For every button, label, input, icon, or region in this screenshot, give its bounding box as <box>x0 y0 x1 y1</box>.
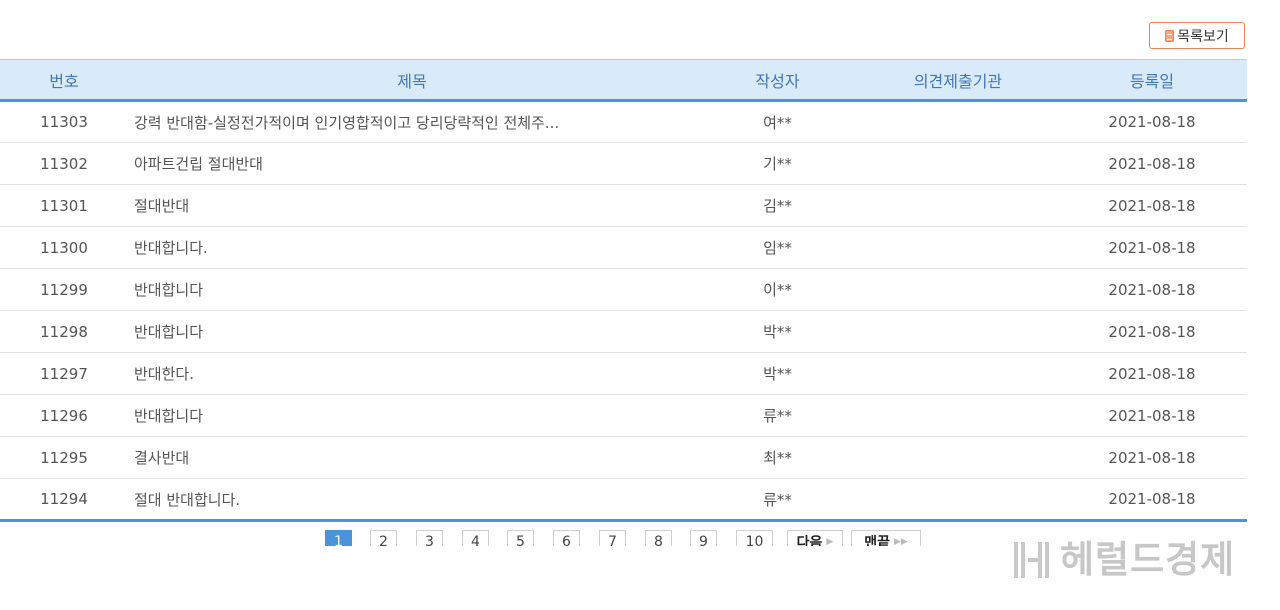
row-org <box>859 478 1057 522</box>
row-number: 11297 <box>0 352 128 395</box>
page-4-button[interactable]: 4 <box>462 530 489 546</box>
row-title-link[interactable]: 아파트건립 절대반대 <box>128 142 696 185</box>
row-number: 11302 <box>0 142 128 185</box>
header-date: 등록일 <box>1057 59 1247 102</box>
table-row[interactable]: 11295 결사반대 최** 2021-08-18 <box>0 436 1247 479</box>
row-writer: 김** <box>696 184 859 227</box>
publisher-logo-icon <box>1014 541 1052 578</box>
row-writer: 박** <box>696 310 859 353</box>
row-title-link[interactable]: 절대반대 <box>128 184 696 227</box>
row-writer: 이** <box>696 268 859 311</box>
table-row[interactable]: 11303 강력 반대함-실정전가적이며 인기영합적이고 당리당략적인 전체주..… <box>0 100 1247 143</box>
row-title-link[interactable]: 반대합니다 <box>128 268 696 311</box>
row-org <box>859 352 1057 395</box>
page-9-button[interactable]: 9 <box>690 530 717 546</box>
row-number: 11294 <box>0 478 128 522</box>
row-writer: 박** <box>696 352 859 395</box>
table-row[interactable]: 11302 아파트건립 절대반대 기** 2021-08-18 <box>0 142 1247 185</box>
table-header-row: 번호 제목 작성자 의견제출기관 등록일 <box>0 59 1247 102</box>
arrow-right-icon: ▶ <box>826 537 834 546</box>
row-org <box>859 436 1057 479</box>
row-writer: 여** <box>696 100 859 143</box>
row-writer: 류** <box>696 394 859 437</box>
publisher-watermark: 헤럴드경제 <box>1014 541 1235 578</box>
row-date: 2021-08-18 <box>1057 478 1247 522</box>
row-title-link[interactable]: 반대합니다 <box>128 310 696 353</box>
page-6-button[interactable]: 6 <box>553 530 580 546</box>
row-title-link[interactable]: 절대 반대합니다. <box>128 478 696 522</box>
row-writer: 기** <box>696 142 859 185</box>
row-date: 2021-08-18 <box>1057 436 1247 479</box>
row-org <box>859 394 1057 437</box>
row-org <box>859 268 1057 311</box>
page-3-button[interactable]: 3 <box>416 530 443 546</box>
row-date: 2021-08-18 <box>1057 352 1247 395</box>
row-writer: 류** <box>696 478 859 522</box>
last-page-button-label: 맨끝 <box>864 535 890 546</box>
header-org: 의견제출기관 <box>859 59 1057 102</box>
row-number: 11296 <box>0 394 128 437</box>
page-8-button[interactable]: 8 <box>645 530 672 546</box>
table-row[interactable]: 11299 반대합니다 이** 2021-08-18 <box>0 268 1247 311</box>
row-org <box>859 184 1057 227</box>
page-1-button[interactable]: 1 <box>325 530 352 546</box>
row-date: 2021-08-18 <box>1057 142 1247 185</box>
row-number: 11299 <box>0 268 128 311</box>
row-writer: 최** <box>696 436 859 479</box>
header-writer: 작성자 <box>696 59 859 102</box>
list-view-button[interactable]: 목록보기 <box>1149 22 1245 49</box>
row-writer: 임** <box>696 226 859 269</box>
watermark-text: 헤럴드경제 <box>1060 538 1236 581</box>
row-title-link[interactable]: 결사반대 <box>128 436 696 479</box>
next-page-button[interactable]: 다음 ▶ <box>787 530 843 546</box>
row-date: 2021-08-18 <box>1057 226 1247 269</box>
page-10-button[interactable]: 10 <box>736 530 773 546</box>
page-5-button[interactable]: 5 <box>507 530 534 546</box>
row-title-link[interactable]: 강력 반대함-실정전가적이며 인기영합적이고 당리당략적인 전체주... <box>128 100 696 143</box>
table-body: 11303 강력 반대함-실정전가적이며 인기영합적이고 당리당략적인 전체주..… <box>0 100 1247 522</box>
row-date: 2021-08-18 <box>1057 394 1247 437</box>
table-row[interactable]: 11298 반대합니다 박** 2021-08-18 <box>0 310 1247 353</box>
list-view-label: 목록보기 <box>1177 28 1229 45</box>
table-row[interactable]: 11294 절대 반대합니다. 류** 2021-08-18 <box>0 478 1247 522</box>
row-title-link[interactable]: 반대합니다. <box>128 226 696 269</box>
row-number: 11303 <box>0 100 128 143</box>
row-number: 11301 <box>0 184 128 227</box>
table-row[interactable]: 11297 반대한다. 박** 2021-08-18 <box>0 352 1247 395</box>
page-2-button[interactable]: 2 <box>370 530 397 546</box>
next-page-button-label: 다음 <box>796 535 823 546</box>
row-org <box>859 226 1057 269</box>
last-page-button[interactable]: 맨끝 ▶▶ <box>851 530 921 546</box>
row-date: 2021-08-18 <box>1057 100 1247 143</box>
row-date: 2021-08-18 <box>1057 310 1247 353</box>
row-org <box>859 142 1057 185</box>
page-7-button[interactable]: 7 <box>599 530 626 546</box>
table-row[interactable]: 11301 절대반대 김** 2021-08-18 <box>0 184 1247 227</box>
table-row[interactable]: 11300 반대합니다. 임** 2021-08-18 <box>0 226 1247 269</box>
header-title: 제목 <box>128 59 696 102</box>
row-org <box>859 100 1057 143</box>
row-date: 2021-08-18 <box>1057 268 1247 311</box>
document-icon <box>1165 29 1175 42</box>
double-arrow-right-icon: ▶▶ <box>893 537 908 546</box>
row-date: 2021-08-18 <box>1057 184 1247 227</box>
row-number: 11300 <box>0 226 128 269</box>
row-number: 11298 <box>0 310 128 353</box>
header-number: 번호 <box>0 59 128 102</box>
row-title-link[interactable]: 반대합니다 <box>128 394 696 437</box>
row-number: 11295 <box>0 436 128 479</box>
opinion-board-table: 번호 제목 작성자 의견제출기관 등록일 11303 강력 반대함-실정전가적이며… <box>0 59 1247 522</box>
table-row[interactable]: 11296 반대합니다 류** 2021-08-18 <box>0 394 1247 437</box>
row-title-link[interactable]: 반대한다. <box>128 352 696 395</box>
row-org <box>859 310 1057 353</box>
